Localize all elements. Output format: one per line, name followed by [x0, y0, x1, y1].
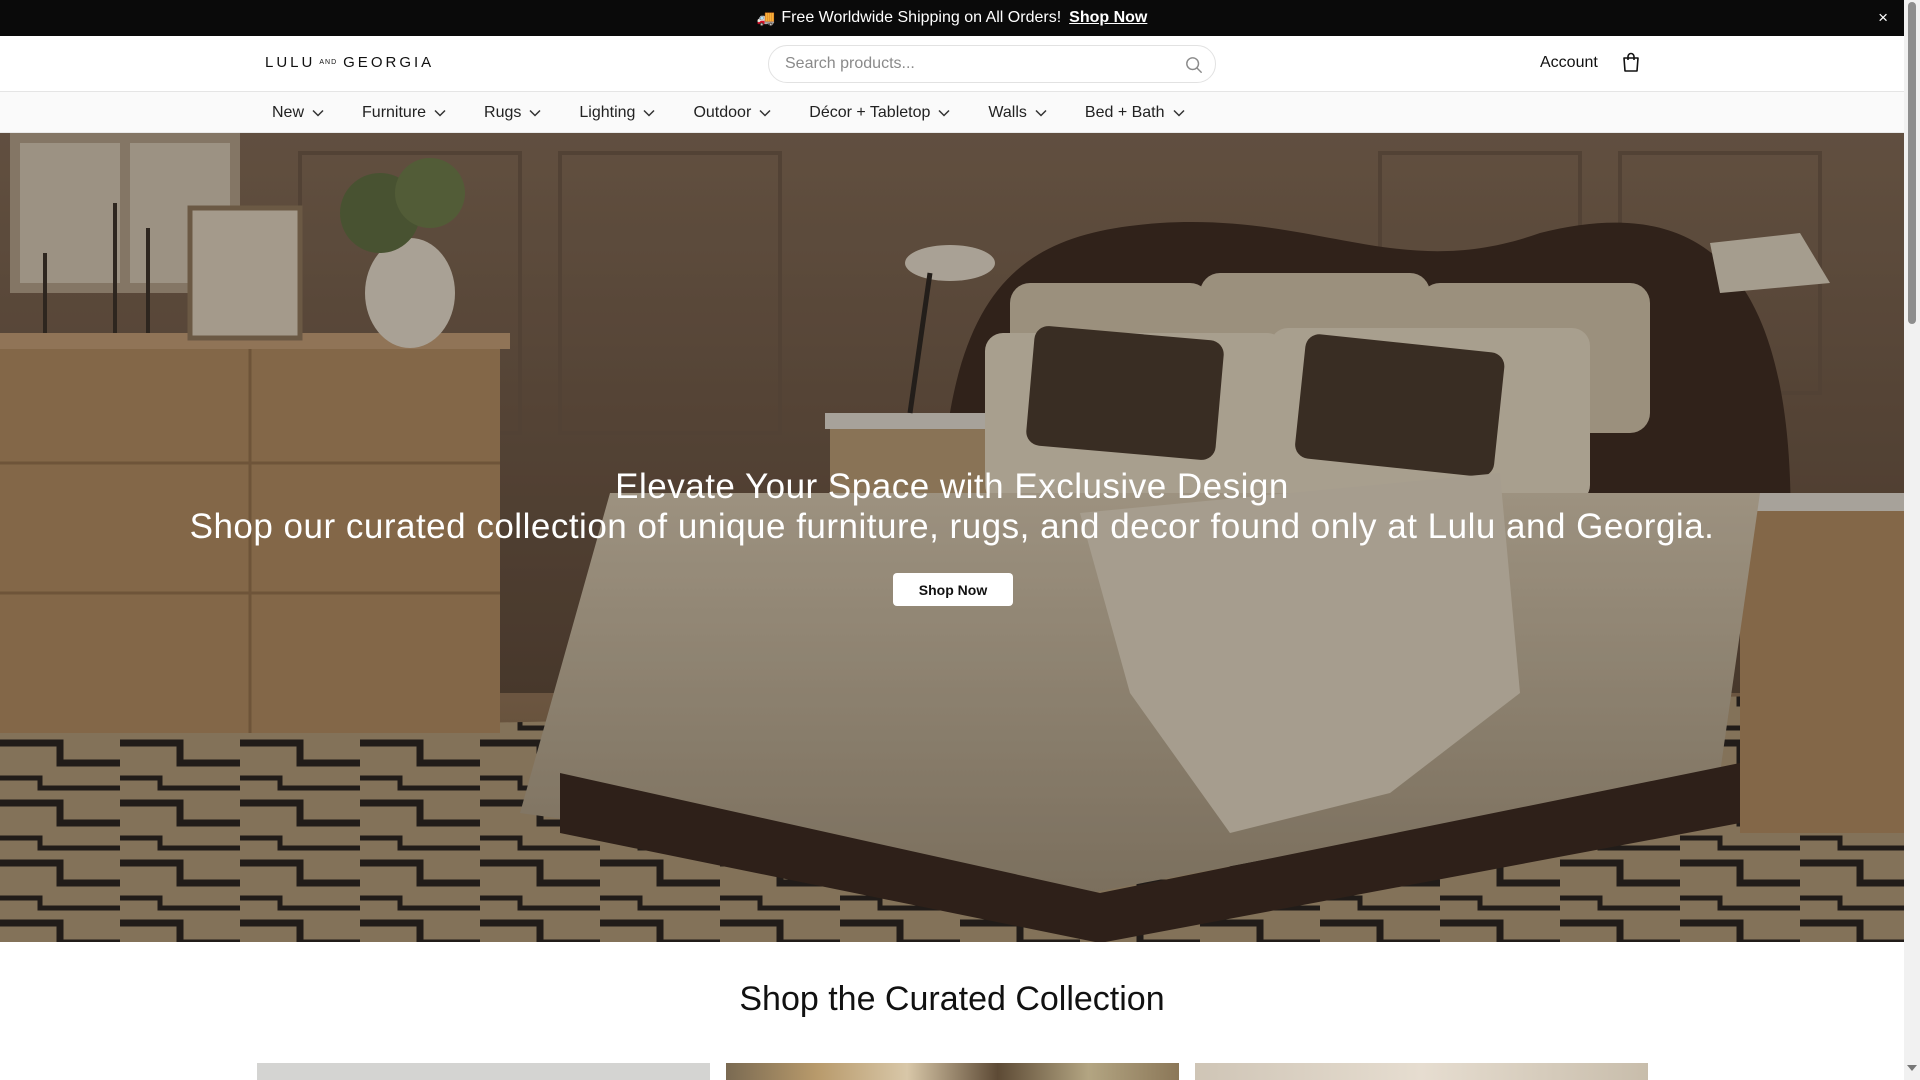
scroll-down-arrow-icon[interactable]: [1907, 1065, 1917, 1071]
scrollbar-thumb[interactable]: [1908, 2, 1916, 324]
search-box: [768, 45, 1216, 83]
nav-item-label: Walls: [988, 103, 1027, 121]
truck-icon: 🚚: [756, 10, 776, 27]
main-nav: New Furniture Rugs Lighting Outdoor Déco…: [0, 92, 1904, 133]
chevron-down-icon: [434, 109, 446, 117]
chevron-down-icon: [1035, 109, 1047, 117]
account-link[interactable]: Account: [1540, 54, 1598, 72]
collection-title: Shop the Curated Collection: [739, 980, 1165, 1018]
close-icon[interactable]: ×: [1878, 8, 1888, 28]
search-input[interactable]: [769, 46, 1159, 82]
chevron-down-icon: [759, 109, 771, 117]
hero-heading: Elevate Your Space with Exclusive Design: [615, 467, 1289, 506]
chevron-down-icon: [1173, 109, 1185, 117]
collection-card[interactable]: [1195, 1063, 1648, 1080]
nav-item-rugs[interactable]: Rugs: [484, 104, 541, 122]
site-header: LULU AND GEORGIA Account: [0, 36, 1904, 92]
nav-item-label: Décor + Tabletop: [809, 103, 931, 121]
chevron-down-icon: [938, 109, 950, 117]
announcement-bar: 🚚 Free Worldwide Shipping on All Orders!…: [0, 0, 1904, 36]
nav-item-label: Rugs: [484, 103, 522, 121]
hero-banner: Elevate Your Space with Exclusive Design…: [0, 133, 1904, 942]
logo[interactable]: LULU AND GEORGIA: [265, 54, 434, 71]
logo-text-lulu: LULU: [265, 54, 316, 71]
page-scrollbar[interactable]: [1904, 0, 1920, 1080]
logo-text-and: AND: [319, 59, 338, 66]
collection-card[interactable]: [257, 1063, 710, 1080]
search-icon[interactable]: [1185, 56, 1203, 74]
nav-item-decor-tabletop[interactable]: Décor + Tabletop: [809, 104, 950, 122]
logo-text-georgia: GEORGIA: [343, 54, 435, 71]
hero-subheading: Shop our curated collection of unique fu…: [189, 507, 1715, 546]
nav-item-label: New: [272, 103, 305, 121]
chevron-down-icon: [312, 109, 324, 117]
nav-item-new[interactable]: New: [272, 104, 324, 122]
nav-item-outdoor[interactable]: Outdoor: [693, 104, 771, 122]
nav-item-bed-bath[interactable]: Bed + Bath: [1085, 104, 1185, 122]
nav-item-label: Outdoor: [693, 103, 752, 121]
announcement-text: Free Worldwide Shipping on All Orders!: [781, 9, 1062, 26]
announcement-shop-now-link[interactable]: Shop Now: [1069, 9, 1147, 27]
nav-item-label: Bed + Bath: [1084, 103, 1165, 121]
nav-item-walls[interactable]: Walls: [988, 104, 1047, 122]
nav-item-label: Lighting: [579, 103, 636, 121]
collection-cards: [257, 1063, 1664, 1080]
shopping-bag-icon[interactable]: [1622, 52, 1640, 72]
chevron-down-icon: [529, 109, 541, 117]
hero-shop-now-button[interactable]: Shop Now: [893, 573, 1013, 606]
collection-card[interactable]: [726, 1063, 1179, 1080]
nav-item-furniture[interactable]: Furniture: [362, 104, 446, 122]
nav-item-label: Furniture: [362, 103, 427, 121]
chevron-down-icon: [643, 109, 655, 117]
nav-item-lighting[interactable]: Lighting: [579, 104, 655, 122]
